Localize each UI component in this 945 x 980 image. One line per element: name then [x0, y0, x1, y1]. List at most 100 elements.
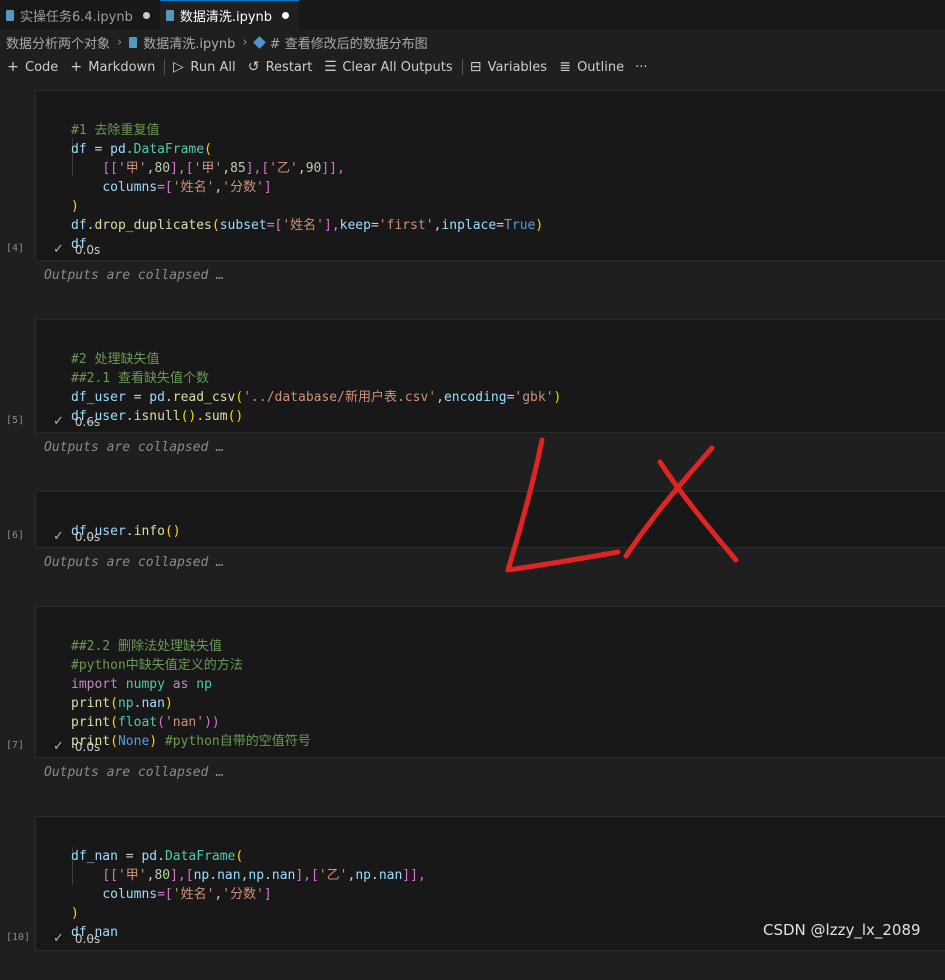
notebook-icon: [6, 9, 14, 21]
execution-count: [10]: [6, 932, 31, 943]
cell-status: ✓ 0.6s: [53, 414, 100, 429]
handwritten-lx-annotation: [505, 437, 739, 573]
code-line: print(float('nan')): [71, 715, 220, 730]
check-icon: ✓: [53, 414, 64, 429]
more-actions-button[interactable]: ···: [631, 56, 654, 78]
notebook-icon: [165, 10, 174, 21]
add-code-button[interactable]: + Code: [2, 56, 65, 78]
execution-time: 0.0s: [74, 739, 101, 754]
outputs-collapsed[interactable]: Outputs are collapsed …: [44, 440, 224, 455]
add-markdown-label: Markdown: [88, 59, 156, 75]
code-line: df_nan = pd.DataFrame(: [71, 849, 244, 864]
code-cell[interactable]: #2 处理缺失值 ##2.1 查看缺失值个数 df_user = pd.read_c…: [35, 319, 945, 433]
tab-bar: 实操任务6.4.ipynb 数据清洗.ipynb: [0, 0, 945, 30]
execution-count: [7]: [6, 740, 25, 751]
run-all-button[interactable]: ▷ Run All: [167, 56, 242, 78]
execution-count: [6]: [6, 530, 25, 541]
watermark: CSDN @lzzy_lx_2089: [763, 921, 921, 939]
code-line: df_nan: [71, 925, 118, 940]
code-line: df: [71, 237, 87, 252]
notebook-icon: [129, 36, 138, 48]
add-code-label: Code: [25, 59, 59, 75]
more-actions-icon: ···: [635, 59, 648, 75]
outputs-collapsed[interactable]: Outputs are collapsed …: [44, 268, 224, 283]
unsaved-dot-icon[interactable]: [282, 12, 290, 19]
restart-label: Restart: [265, 59, 313, 75]
restart-icon: ↺: [247, 59, 260, 75]
breadcrumb-file[interactable]: 数据清洗.ipynb: [143, 33, 235, 52]
execution-count: [4]: [6, 243, 25, 254]
breadcrumb-folder[interactable]: 数据分析两个对象: [6, 33, 110, 52]
clear-all-outputs-label: Clear All Outputs: [342, 59, 453, 75]
tab-inactive[interactable]: 实操任务6.4.ipynb: [0, 0, 160, 30]
code-line: #2 处理缺失值: [71, 352, 160, 367]
cell-source[interactable]: df_nan = pd.DataFrame( [['甲',80],[np.nan…: [71, 828, 426, 980]
tab-label: 实操任务6.4.ipynb: [20, 9, 133, 25]
run-all-icon: ▷: [173, 59, 184, 75]
check-icon: ✓: [53, 529, 64, 544]
run-all-label: Run All: [190, 59, 236, 75]
execution-time: 0.6s: [74, 414, 101, 429]
add-markdown-button[interactable]: + Markdown: [65, 56, 162, 78]
code-line: df.drop_duplicates(subset=['姓名'],keep='f…: [71, 218, 544, 233]
code-line: #1 去除重复值: [71, 123, 160, 138]
outline-icon: ≣: [559, 59, 571, 75]
tab-active[interactable]: 数据清洗.ipynb: [159, 0, 300, 30]
restart-button[interactable]: ↺ Restart: [243, 56, 320, 78]
code-line: ): [71, 199, 79, 214]
cell-source[interactable]: #1 去除重复值 df = pd.DataFrame( [['甲',80],['甲…: [71, 102, 543, 292]
notebook-toolbar: + Code + Markdown ▷ Run All ↺ Restart ☰ Clear…: [0, 55, 945, 79]
code-line: df_user = pd.read_csv('../database/新用户表.…: [71, 390, 562, 405]
cell-status: ✓ 0.0s: [53, 931, 100, 946]
variables-button[interactable]: ⊟ Variables: [465, 56, 554, 78]
variables-label: Variables: [487, 59, 548, 75]
execution-time: 0.0s: [74, 529, 101, 544]
cell-status: ✓ 0.0s: [53, 529, 100, 544]
clear-all-outputs-button[interactable]: ☰ Clear All Outputs: [319, 56, 459, 78]
breadcrumb: 数据分析两个对象 › 数据清洗.ipynb › # 查看修改后的数据分布图: [0, 31, 945, 53]
cell-status: ✓ 0.0s: [53, 242, 100, 257]
handwritten-x-stroke-2: [657, 459, 739, 563]
cell-source[interactable]: ##2.2 删除法处理缺失值 #python中缺失值定义的方法 import num…: [71, 618, 311, 789]
plus-icon: +: [7, 59, 19, 75]
execution-count: [5]: [6, 415, 25, 426]
outline-button[interactable]: ≣ Outline: [554, 56, 631, 78]
markdown-heading-icon: [252, 35, 266, 49]
code-line: df = pd.DataFrame(: [71, 142, 212, 157]
handwritten-l-stroke: [505, 437, 621, 573]
outputs-collapsed[interactable]: Outputs are collapsed …: [44, 555, 224, 570]
code-line: [['甲',80],[np.nan,np.nan],['乙',np.nan]],: [102, 868, 426, 883]
clear-outputs-icon: ☰: [324, 59, 337, 75]
check-icon: ✓: [53, 739, 64, 754]
code-line: df_user.isnull().sum(): [71, 409, 244, 424]
plus-icon: +: [70, 59, 83, 75]
check-icon: ✓: [53, 931, 64, 946]
outputs-collapsed[interactable]: Outputs are collapsed …: [44, 765, 224, 780]
breadcrumb-heading[interactable]: # 查看修改后的数据分布图: [270, 33, 428, 52]
code-line: print(np.nan): [71, 696, 173, 711]
code-line: ##2.1 查看缺失值个数: [71, 371, 209, 386]
code-line: columns=['姓名','分数']: [102, 180, 272, 195]
code-line: ##2.2 删除法处理缺失值: [71, 639, 222, 654]
code-line: print(None) #python自带的空值符号: [71, 734, 311, 749]
execution-time: 0.0s: [74, 931, 101, 946]
chevron-right-icon: ›: [242, 34, 248, 50]
variables-icon: ⊟: [469, 59, 482, 75]
handwritten-x-stroke-1: [623, 445, 715, 559]
code-cell[interactable]: #1 去除重复值 df = pd.DataFrame( [['甲',80],['甲…: [35, 90, 945, 261]
unsaved-dot-icon[interactable]: [142, 11, 150, 19]
code-line: columns=['姓名','分数']: [102, 887, 272, 902]
check-icon: ✓: [53, 242, 64, 257]
code-line: [['甲',80],['甲',85],['乙',90]],: [102, 161, 345, 176]
code-line: #python中缺失值定义的方法: [71, 658, 243, 673]
toolbar-divider: [461, 59, 463, 75]
toolbar-divider: [164, 59, 166, 75]
code-line: import numpy as np: [71, 677, 212, 692]
chevron-right-icon: ›: [117, 34, 123, 50]
code-cell[interactable]: ##2.2 删除法处理缺失值 #python中缺失值定义的方法 import num…: [35, 606, 945, 758]
outline-label: Outline: [577, 59, 625, 75]
code-line: ): [71, 906, 79, 921]
tab-label: 数据清洗.ipynb: [179, 10, 273, 25]
execution-time: 0.0s: [74, 242, 101, 257]
cell-status: ✓ 0.0s: [53, 739, 100, 754]
